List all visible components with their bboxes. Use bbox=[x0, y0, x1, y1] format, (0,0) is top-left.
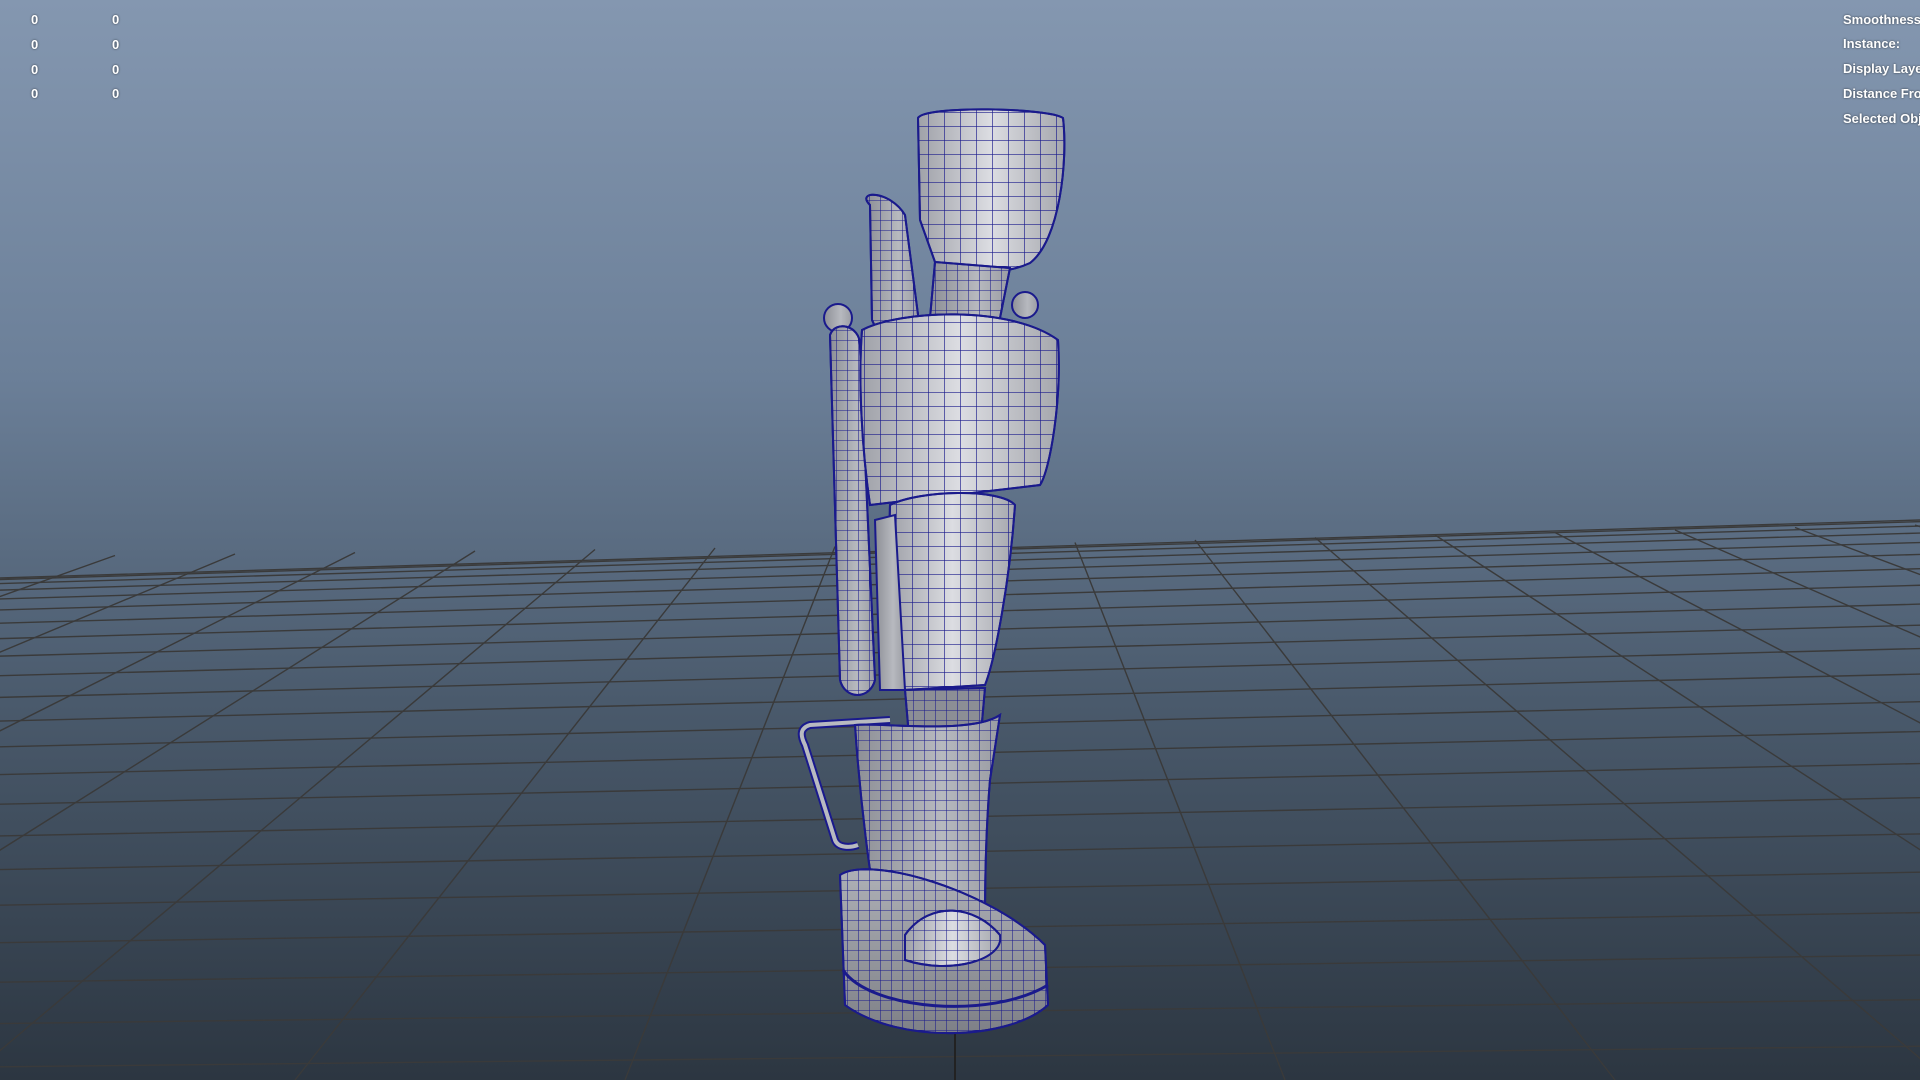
grid-line bbox=[1674, 529, 1920, 638]
hud-readout-col1: 0 bbox=[31, 37, 39, 52]
hud-display-layer-label: Display Laye bbox=[1843, 61, 1920, 76]
hud-readout-col2: 0 bbox=[112, 12, 120, 27]
bolt-right bbox=[1011, 291, 1039, 319]
hud-selected-objects-label: Selected Obj bbox=[1843, 111, 1920, 126]
grid-line bbox=[1554, 531, 1920, 724]
pylon-stem-wire bbox=[928, 260, 1012, 319]
grid-line bbox=[0, 1045, 1920, 1068]
hud-readout-col2: 0 bbox=[112, 37, 120, 52]
grid-line bbox=[1914, 524, 1920, 528]
prosthetic-leg-model[interactable] bbox=[797, 108, 1066, 1035]
grid-line bbox=[0, 550, 476, 851]
grid-line bbox=[0, 548, 596, 1052]
viewport-scene[interactable] bbox=[0, 0, 1920, 1080]
hud-readout-col1: 0 bbox=[31, 12, 39, 27]
hud-instance-label: Instance: bbox=[1843, 36, 1901, 51]
hud-readout-col1: 0 bbox=[31, 62, 39, 77]
thigh-socket-wire bbox=[916, 108, 1066, 273]
grid-line bbox=[1314, 536, 1920, 1060]
hud-readout-col1: 0 bbox=[31, 86, 39, 101]
hud-readout-col2: 0 bbox=[112, 62, 120, 77]
grid-line bbox=[1434, 534, 1920, 851]
hud-readout-col2: 0 bbox=[112, 86, 120, 101]
knee-shield-wire bbox=[859, 313, 1060, 507]
grid-line bbox=[294, 547, 716, 1080]
grid-line bbox=[624, 546, 836, 1080]
viewport-3d[interactable]: 0 0 0 0 0 0 0 0 Smoothness Instance: Display La… bbox=[0, 0, 1920, 1080]
hud-distance-label: Distance Fro bbox=[1843, 86, 1920, 101]
hud-smoothness-label: Smoothness bbox=[1843, 12, 1920, 27]
grid-line bbox=[1194, 539, 1616, 1080]
shin-cover-wire bbox=[888, 492, 1017, 692]
